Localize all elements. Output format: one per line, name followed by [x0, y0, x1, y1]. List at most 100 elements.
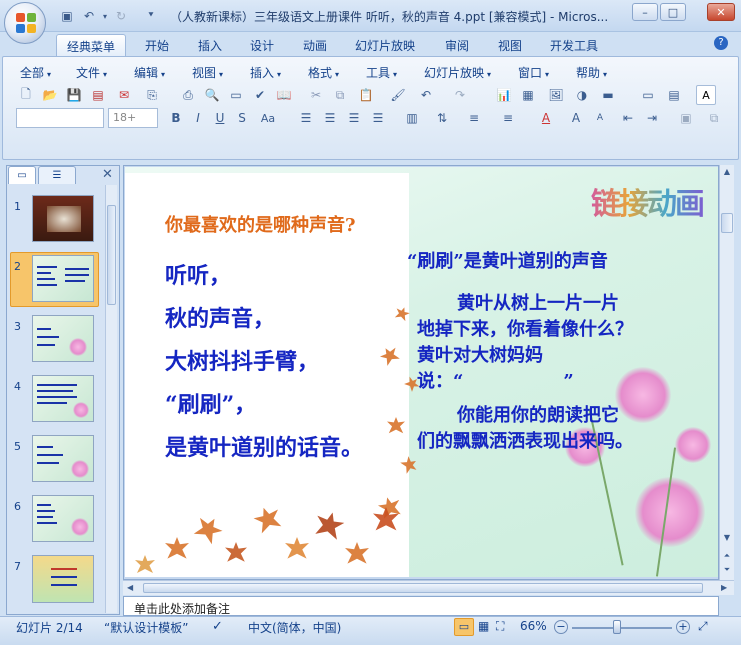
insert-picture-icon[interactable]: 🖼 [546, 85, 566, 105]
arrange-icon[interactable]: ▣ [676, 108, 696, 128]
minimize-button[interactable]: – [632, 3, 658, 21]
right-heading[interactable]: “刷刷”是黄叶道别的声音 [407, 247, 608, 273]
spelling-icon[interactable]: ✔ [250, 85, 270, 105]
office-button[interactable] [4, 2, 46, 44]
font-size-combo[interactable]: 18+ [108, 108, 158, 128]
font-name-combo[interactable] [16, 108, 104, 128]
spellcheck-icon[interactable]: ✓ [212, 619, 223, 634]
format-painter-icon[interactable]: 🖌 [388, 85, 408, 105]
zoom-level[interactable]: 66% [520, 619, 547, 633]
vertical-scroll-thumb[interactable] [721, 213, 733, 233]
slide-thumbnail-5[interactable] [32, 435, 94, 482]
permission-icon[interactable]: ▤ [88, 85, 108, 105]
tab-insert[interactable]: 插入 [188, 34, 232, 56]
paste-icon[interactable]: 📋 [356, 85, 376, 105]
research-icon[interactable]: 📖 [274, 85, 294, 105]
change-case-icon[interactable]: Aa [258, 108, 278, 128]
align-right-icon[interactable]: ☰ [344, 108, 364, 128]
notes-pane[interactable]: 单击此处添加备注 [123, 596, 719, 616]
link-animation-text[interactable]: 链接动画 [591, 179, 705, 223]
print-icon[interactable]: ⎙ [178, 85, 198, 105]
tab-classic-menu[interactable]: 经典菜单 [56, 34, 127, 56]
menu-edit[interactable]: 编辑 ▾ [134, 64, 165, 81]
layout-icon[interactable]: ▤ [664, 85, 684, 105]
italic-icon[interactable]: I [188, 108, 208, 128]
bold-icon[interactable]: B [166, 108, 186, 128]
tab-developer[interactable]: 开发工具 [540, 34, 608, 56]
zoom-slider-thumb[interactable] [613, 620, 621, 634]
justify-icon[interactable]: ☰ [368, 108, 388, 128]
zoom-out-icon[interactable]: − [554, 620, 568, 634]
menu-format[interactable]: 格式 ▾ [308, 64, 339, 81]
menu-window[interactable]: 窗口 ▾ [518, 64, 549, 81]
scroll-up-icon[interactable]: ▲ [722, 167, 732, 176]
save-icon[interactable]: ▣ [58, 7, 76, 25]
next-slide-icon[interactable]: ⏷ [722, 565, 732, 575]
tab-review[interactable]: 审阅 [435, 34, 479, 56]
undo-icon[interactable]: ↶ [416, 85, 436, 105]
align-left-icon[interactable]: ☰ [296, 108, 316, 128]
slide-thumbnail-2[interactable] [32, 255, 94, 302]
previous-slide-icon[interactable]: ⏶ [722, 551, 732, 561]
zoom-slider-track[interactable] [572, 627, 672, 629]
tab-animation[interactable]: 动画 [293, 34, 337, 56]
thumbnail-scroll-thumb[interactable] [107, 205, 116, 305]
align-center-icon[interactable]: ☰ [320, 108, 340, 128]
slide-sorter-icon[interactable]: ▦ [478, 619, 489, 633]
cut-icon[interactable]: ✂ [306, 85, 326, 105]
close-panel-icon[interactable]: ✕ [102, 167, 113, 182]
redo-icon[interactable]: ↻ [112, 7, 130, 25]
slide-thumbnail-1[interactable] [32, 195, 94, 242]
print-preview-icon[interactable]: 🔍 [202, 85, 222, 105]
grayscale-icon[interactable]: ◑ [572, 85, 592, 105]
language-indicator[interactable]: 中文(简体，中国) [248, 619, 341, 636]
scroll-down-icon[interactable]: ▼ [722, 533, 732, 542]
tab-slides[interactable]: ▭ [8, 166, 36, 184]
underline-icon[interactable]: U [210, 108, 230, 128]
scroll-right-icon[interactable]: ▶ [721, 583, 727, 592]
text-direction-icon[interactable]: ⇅ [432, 108, 452, 128]
numbering-icon[interactable]: ≡ [464, 108, 484, 128]
text-style-icon[interactable]: A [696, 85, 716, 105]
slide-canvas[interactable]: 链接动画 你最喜欢的是哪种声音? 听听， 秋的声音， 大树抖抖手臂， “刷刷”，… [125, 167, 718, 577]
email-icon[interactable]: ✉ [114, 85, 134, 105]
group-icon[interactable]: ⧉ [704, 108, 724, 128]
increase-indent-icon[interactable]: ⇥ [642, 108, 662, 128]
tab-view[interactable]: 视图 [488, 34, 532, 56]
font-color-icon[interactable]: A [536, 108, 556, 128]
normal-view-icon[interactable]: ▭ [454, 618, 474, 636]
poem-text-box[interactable]: 听听， 秋的声音， 大树抖抖手臂， “刷刷”， 是黄叶道别的话音。 [165, 255, 363, 470]
right-paragraph-2[interactable]: 你能用你的朗读把它们的飘飘洒洒表现出来吗。 [417, 403, 635, 455]
menu-file[interactable]: 文件 ▾ [76, 64, 107, 81]
shadow-icon[interactable]: S [232, 108, 252, 128]
quick-print-icon[interactable]: ▭ [226, 85, 246, 105]
horizontal-scrollbar[interactable]: ◀ ▶ [123, 580, 734, 595]
increase-font-icon[interactable]: A [566, 108, 586, 128]
menu-all[interactable]: 全部 ▾ [20, 64, 51, 81]
slide-thumbnail-3[interactable] [32, 315, 94, 362]
slide-thumbnail-6[interactable] [32, 495, 94, 542]
right-paragraph-1[interactable]: 黄叶从树上一片一片地掉下来，你看着像什么？黄叶对大树妈妈说：“” [417, 291, 635, 395]
menu-view[interactable]: 视图 ▾ [192, 64, 223, 81]
redo-icon[interactable]: ↷ [450, 85, 470, 105]
tab-design[interactable]: 设计 [240, 34, 284, 56]
thumbnail-scrollbar[interactable] [105, 185, 117, 613]
horizontal-scroll-thumb[interactable] [143, 583, 703, 593]
insert-chart-icon[interactable]: 📊 [494, 85, 514, 105]
decrease-font-icon[interactable]: A [590, 108, 610, 128]
menu-slideshow[interactable]: 幻灯片放映 ▾ [424, 64, 491, 81]
scroll-left-icon[interactable]: ◀ [127, 583, 133, 592]
new-slide-icon[interactable]: ▭ [638, 85, 658, 105]
menu-help[interactable]: 帮助 ▾ [576, 64, 607, 81]
menu-insert[interactable]: 插入 ▾ [250, 64, 281, 81]
zoom-in-icon[interactable]: + [676, 620, 690, 634]
slideshow-view-icon[interactable]: ⛶ [496, 619, 504, 634]
open-folder-icon[interactable]: 📂 [40, 85, 60, 105]
help-icon[interactable]: ? [714, 36, 728, 50]
publish-icon[interactable]: ⎘ [142, 85, 162, 105]
slide-thumbnail-4[interactable] [32, 375, 94, 422]
text-columns-icon[interactable]: ▥ [402, 108, 422, 128]
tab-home[interactable]: 开始 [135, 34, 179, 56]
close-button[interactable]: ✕ [707, 3, 735, 21]
tab-slideshow[interactable]: 幻灯片放映 [345, 34, 425, 56]
